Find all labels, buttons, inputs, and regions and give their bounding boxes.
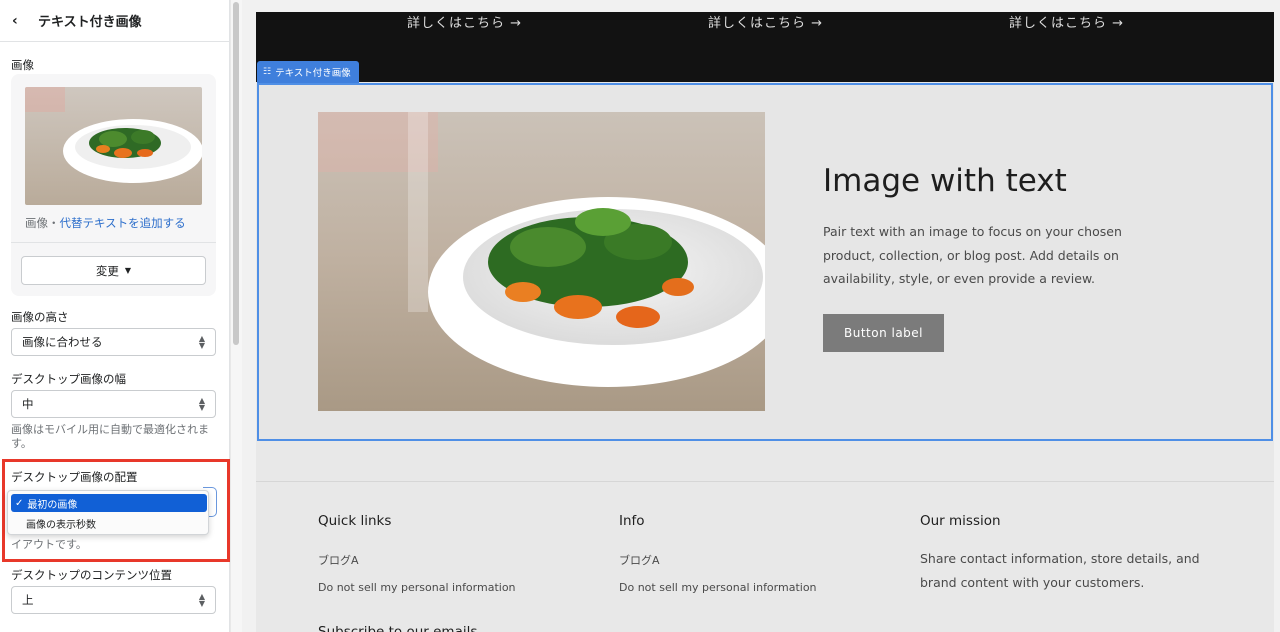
footer-link[interactable]: Do not sell my personal information <box>318 581 516 594</box>
content-position-label: デスクトップのコンテンツ位置 <box>11 568 172 582</box>
image-width-help: 画像はモバイル用に自動で最適化されます。 <box>11 423 209 450</box>
footer-heading-quick-links: Quick links <box>318 513 392 529</box>
footer-heading-mission: Our mission <box>920 513 1001 529</box>
learn-more-link[interactable]: 詳しくはこちら → <box>708 12 823 31</box>
learn-more-link[interactable]: 詳しくはこちら → <box>1009 12 1124 31</box>
change-image-label: 変更 <box>95 263 119 278</box>
dropdown-option[interactable]: 画像の表示秒数 <box>26 516 96 531</box>
desktop-image-width-select[interactable]: 中 ▲ ▼ <box>11 390 216 418</box>
hero-image <box>318 112 765 411</box>
footer-subscribe-heading: Subscribe to our emails <box>318 624 478 632</box>
content-position-select[interactable]: 上 ▲ ▼ <box>11 586 216 614</box>
change-image-button[interactable]: 変更 ▼ <box>21 256 206 285</box>
footer-mission-text: Share contact information, store details… <box>920 551 1200 590</box>
desktop-image-width-value: 中 <box>22 397 34 411</box>
hero-body: Pair text with an image to focus on your… <box>823 224 1122 286</box>
image-height-select[interactable]: 画像に合わせる ▲ ▼ <box>11 328 216 356</box>
sidebar-title: テキスト付き画像 <box>38 15 142 30</box>
hero-title: Image with text <box>823 163 1067 199</box>
footer-link[interactable]: Do not sell my personal information <box>619 581 817 594</box>
section-tag-label: テキスト付き画像 <box>275 68 351 79</box>
checkmark-icon: ✓ <box>15 497 24 509</box>
select-arrows-icon: ▲ ▼ <box>198 396 205 412</box>
footer-heading-info: Info <box>619 513 645 529</box>
learn-more-link[interactable]: 詳しくはこちら → <box>407 12 522 31</box>
select-arrows-icon: ▲ ▼ <box>198 334 205 350</box>
footer-divider <box>256 481 1274 482</box>
hero-button[interactable]: Button label <box>823 314 944 352</box>
image-caption-prefix: 画像・ <box>25 216 60 230</box>
section-tag[interactable]: ☷ テキスト付き画像 <box>257 61 359 83</box>
sidebar-header: ‹ テキスト付き画像 <box>0 0 229 42</box>
card-divider <box>11 242 216 243</box>
caret-down-icon: ▼ <box>124 266 132 275</box>
image-caption: 画像・代替テキストを追加する <box>25 215 186 231</box>
image-picker-card: 画像・代替テキストを追加する 変更 ▼ <box>11 74 216 296</box>
image-thumbnail[interactable] <box>25 87 202 205</box>
content-position-value: 上 <box>22 593 34 607</box>
footer-link[interactable]: ブログA <box>619 552 660 568</box>
add-alt-text-link[interactable]: 代替テキストを追加する <box>60 216 186 230</box>
sidebar-scrollbar-thumb[interactable] <box>233 2 239 345</box>
desktop-image-width-label: デスクトップ画像の幅 <box>11 372 126 386</box>
grid-icon: ☷ <box>263 67 272 77</box>
footer-link[interactable]: ブログA <box>318 552 359 568</box>
image-height-value: 画像に合わせる <box>22 335 103 349</box>
dropdown-option-label: 最初の画像 <box>27 499 78 511</box>
placement-dropdown-menu: ✓ 最初の画像 画像の表示秒数 <box>7 490 209 535</box>
dropdown-option-selected[interactable]: ✓ 最初の画像 <box>11 494 207 512</box>
theme-preview: 詳しくはこちら → 詳しくはこちら → 詳しくはこちら → ☷ テキスト付き画像 <box>256 12 1274 632</box>
back-chevron-icon[interactable]: ‹ <box>12 13 38 29</box>
select-arrows-icon: ▲ ▼ <box>198 592 205 608</box>
dark-band: 詳しくはこちら → 詳しくはこちら → 詳しくはこちら → <box>256 12 1274 82</box>
image-height-label: 画像の高さ <box>11 310 69 324</box>
image-label: 画像 <box>11 58 34 72</box>
